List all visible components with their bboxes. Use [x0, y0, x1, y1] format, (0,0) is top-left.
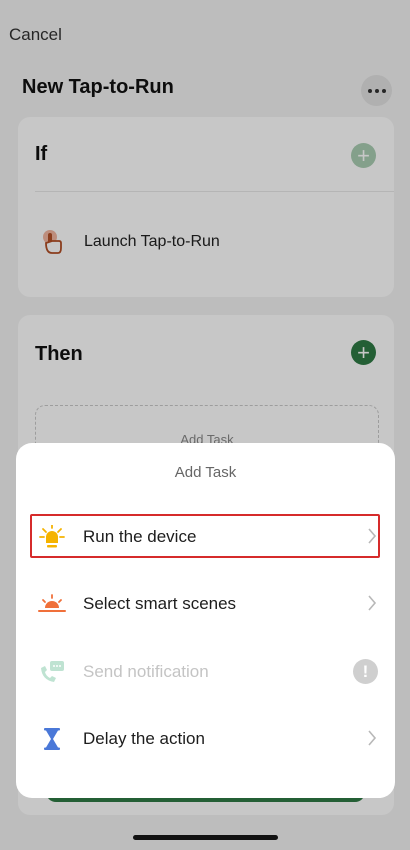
bulb-icon [39, 525, 65, 548]
option-delay-action[interactable]: Delay the action [16, 715, 395, 763]
chevron-right-icon [368, 528, 377, 544]
option-label: Delay the action [83, 729, 205, 748]
option-run-device[interactable]: Run the device [16, 513, 395, 561]
chevron-right-icon [368, 730, 377, 746]
option-label: Run the device [83, 527, 197, 546]
phone-message-icon [41, 661, 64, 682]
option-label: Select smart scenes [83, 594, 237, 613]
hourglass-icon [44, 728, 60, 750]
sunrise-icon [38, 594, 66, 612]
home-indicator[interactable] [133, 835, 278, 840]
option-select-smart-scenes[interactable]: Select smart scenes [16, 580, 395, 628]
option-label: Send notification [83, 662, 209, 681]
sheet-title: Add Task [174, 464, 237, 481]
chevron-right-icon [368, 595, 377, 611]
warning-icon[interactable]: ! [353, 659, 378, 684]
option-send-notification: Send notification ! [16, 648, 395, 696]
add-task-sheet: Add Task Run the device Select smart sce… [16, 443, 395, 798]
